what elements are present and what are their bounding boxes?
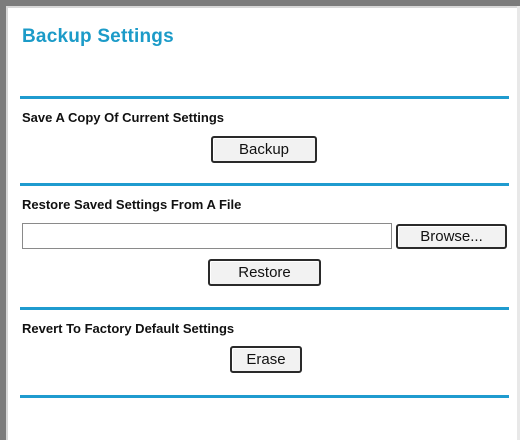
section-divider: [20, 96, 509, 99]
section-divider: [20, 183, 509, 186]
page-title: Backup Settings: [22, 26, 174, 47]
erase-section-label: Revert To Factory Default Settings: [22, 321, 235, 336]
backup-section-label: Save A Copy Of Current Settings: [22, 110, 225, 125]
frame-border-top-inner: [6, 6, 520, 8]
restore-button[interactable]: Restore: [208, 259, 321, 286]
browse-button[interactable]: Browse...: [396, 224, 507, 249]
frame-border-left-inner: [6, 6, 8, 440]
backup-settings-panel: Backup Settings Save A Copy Of Current S…: [0, 0, 520, 440]
restore-section-label: Restore Saved Settings From A File: [22, 197, 242, 212]
backup-button[interactable]: Backup: [211, 136, 317, 163]
section-divider: [20, 395, 509, 398]
erase-button[interactable]: Erase: [230, 346, 302, 373]
restore-file-field[interactable]: [22, 223, 392, 249]
section-divider: [20, 307, 509, 310]
